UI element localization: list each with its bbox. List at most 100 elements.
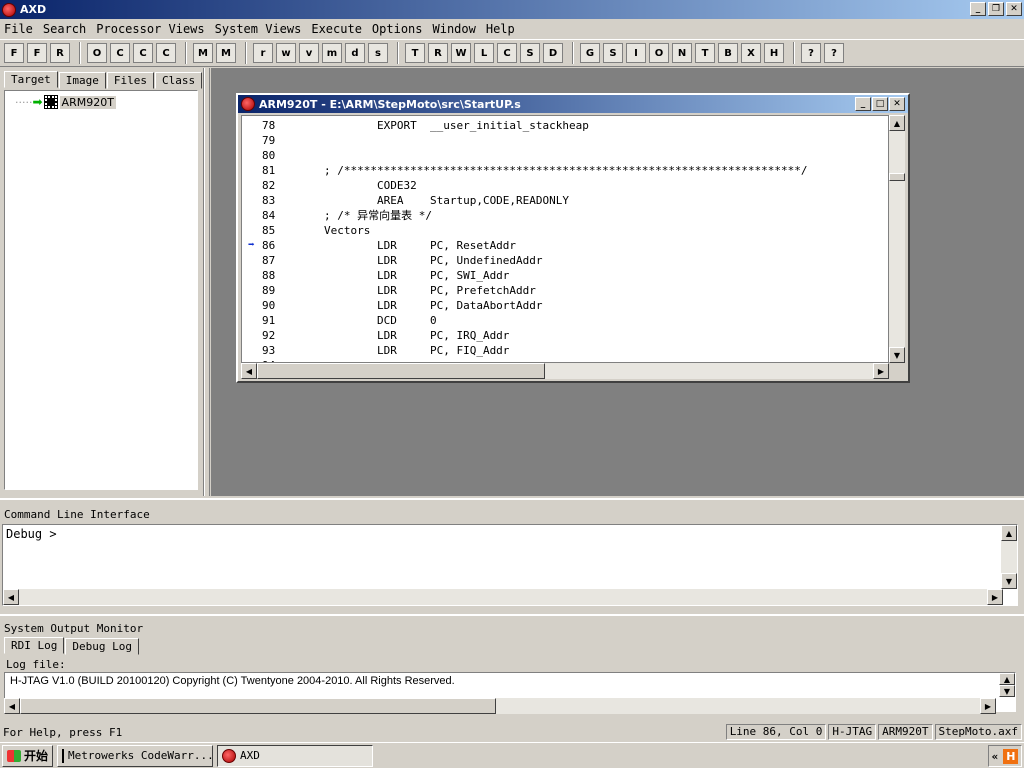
- log-vertical-scrollbar[interactable]: ▲ ▼: [999, 673, 1015, 697]
- menu-system-views[interactable]: System Views: [215, 22, 308, 36]
- pc-arrow-icon: ➡: [248, 238, 255, 251]
- scroll-right-button[interactable]: ▶: [980, 698, 996, 714]
- locals-view-icon[interactable]: L: [474, 43, 494, 63]
- scroll-right-button[interactable]: ▶: [987, 589, 1003, 605]
- scroll-up-button[interactable]: ▲: [999, 673, 1015, 685]
- go-icon[interactable]: G: [580, 43, 600, 63]
- source-close-button[interactable]: ✕: [889, 97, 905, 111]
- step-into-icon[interactable]: I: [626, 43, 646, 63]
- command-vertical-scrollbar[interactable]: ▲ ▼: [1001, 525, 1017, 589]
- task-axd[interactable]: AXD: [217, 744, 374, 767]
- menu-file[interactable]: File: [4, 22, 39, 36]
- log-horizontal-scrollbar[interactable]: ◀ ▶: [4, 698, 996, 714]
- source-minimize-button[interactable]: _: [855, 97, 871, 111]
- menu-execute[interactable]: Execute: [311, 22, 368, 36]
- open-folder-icon[interactable]: O: [87, 43, 107, 63]
- clipboard-icon[interactable]: C: [110, 43, 130, 63]
- line-number: 90: [262, 299, 276, 312]
- close-button[interactable]: ✕: [1006, 2, 1022, 16]
- code-line: LDR PC, DataAbortAddr: [324, 299, 543, 312]
- tab-rdi-log[interactable]: RDI Log: [4, 637, 65, 654]
- variables-icon[interactable]: v: [299, 43, 319, 63]
- menu-help[interactable]: Help: [486, 22, 521, 36]
- command-horizontal-scrollbar[interactable]: ◀ ▶: [3, 589, 1003, 605]
- debug-view-icon[interactable]: D: [543, 43, 563, 63]
- menu-window[interactable]: Window: [433, 22, 482, 36]
- registers-icon[interactable]: r: [253, 43, 273, 63]
- status-target: ARM920T: [878, 724, 933, 740]
- menu-options[interactable]: Options: [372, 22, 429, 36]
- scroll-up-button[interactable]: ▲: [889, 115, 905, 131]
- line-number: 85: [262, 224, 276, 237]
- tab-image[interactable]: Image: [58, 72, 106, 89]
- help-icon[interactable]: ?: [801, 43, 821, 63]
- paste-icon[interactable]: C: [156, 43, 176, 63]
- run-to-cursor-icon[interactable]: T: [695, 43, 715, 63]
- scroll-left-button[interactable]: ◀: [241, 363, 257, 379]
- tray-expand-icon[interactable]: «: [992, 750, 999, 763]
- command-input-area[interactable]: Debug > ▲ ▼ ◀ ▶: [2, 524, 1018, 606]
- console-view-icon[interactable]: C: [497, 43, 517, 63]
- scroll-down-button[interactable]: ▼: [999, 685, 1015, 697]
- copy-icon[interactable]: C: [133, 43, 153, 63]
- scroll-thumb[interactable]: [889, 173, 905, 181]
- source-icon[interactable]: s: [368, 43, 388, 63]
- source-horizontal-scrollbar[interactable]: ◀ ▶: [241, 363, 889, 379]
- tab-debug-log[interactable]: Debug Log: [65, 638, 139, 655]
- source-maximize-button[interactable]: □: [872, 97, 888, 111]
- output-panel-title: System Output Monitor: [4, 622, 144, 635]
- regs-view-icon[interactable]: R: [428, 43, 448, 63]
- clear-breakpoint-icon[interactable]: X: [741, 43, 761, 63]
- find-icon[interactable]: M: [193, 43, 213, 63]
- scroll-right-button[interactable]: ▶: [873, 363, 889, 379]
- hjtag-tray-icon[interactable]: H: [1003, 748, 1019, 764]
- disassembly-icon[interactable]: d: [345, 43, 365, 63]
- scroll-thumb[interactable]: [257, 363, 545, 379]
- toolbar-separator: [185, 42, 187, 64]
- restore-button[interactable]: ❐: [988, 2, 1004, 16]
- find-next-icon[interactable]: M: [216, 43, 236, 63]
- step-over-icon[interactable]: O: [649, 43, 669, 63]
- scroll-left-button[interactable]: ◀: [3, 589, 19, 605]
- hourglass-icon[interactable]: H: [764, 43, 784, 63]
- start-button[interactable]: 开始: [2, 744, 54, 767]
- toggle-breakpoint-icon[interactable]: B: [718, 43, 738, 63]
- tree-item-label: ARM920T: [59, 95, 116, 109]
- context-help-icon[interactable]: ?: [824, 43, 844, 63]
- line-number: 81: [262, 164, 276, 177]
- tab-files[interactable]: Files: [106, 72, 154, 89]
- scroll-down-button[interactable]: ▼: [889, 347, 905, 363]
- scroll-left-button[interactable]: ◀: [4, 698, 20, 714]
- scroll-down-button[interactable]: ▼: [1001, 573, 1017, 589]
- vertical-splitter[interactable]: [204, 68, 210, 496]
- menu-processor-views[interactable]: Processor Views: [96, 22, 210, 36]
- toolbar-separator: [572, 42, 574, 64]
- axd-app-icon: [2, 2, 16, 17]
- current-target-arrow-icon: ➡: [32, 95, 43, 109]
- line-number: 84: [262, 209, 276, 222]
- load-file-icon[interactable]: F: [27, 43, 47, 63]
- stop-icon[interactable]: S: [603, 43, 623, 63]
- task-codewarrior[interactable]: Metrowerks CodeWarr...: [57, 744, 214, 767]
- minimize-button[interactable]: _: [970, 2, 986, 16]
- watch-view-icon[interactable]: W: [451, 43, 471, 63]
- step-out-icon[interactable]: N: [672, 43, 692, 63]
- tab-target[interactable]: Target: [4, 71, 58, 88]
- memory-icon[interactable]: m: [322, 43, 342, 63]
- command-panel-title: Command Line Interface: [4, 508, 150, 521]
- menu-search[interactable]: Search: [43, 22, 92, 36]
- app-titlebar[interactable]: AXD _ ❐ ✕: [0, 0, 1024, 19]
- reload-icon[interactable]: R: [50, 43, 70, 63]
- load-image-icon[interactable]: F: [4, 43, 24, 63]
- source-editor[interactable]: ➡ 7879808182838485868788899091929394 EXP…: [241, 115, 889, 363]
- stack-view-icon[interactable]: S: [520, 43, 540, 63]
- watch-icon[interactable]: w: [276, 43, 296, 63]
- tab-class[interactable]: Class: [155, 72, 203, 89]
- source-vertical-scrollbar[interactable]: ▲ ▼: [889, 115, 905, 363]
- scroll-thumb[interactable]: [20, 698, 496, 714]
- tree-item-arm920t[interactable]: ····· ➡ ARM920T: [15, 95, 116, 109]
- source-window-titlebar[interactable]: ARM920T - E:\ARM\StepMoto\src\StartUP.s …: [238, 95, 908, 113]
- scroll-up-button[interactable]: ▲: [1001, 525, 1017, 541]
- target-view-icon[interactable]: T: [405, 43, 425, 63]
